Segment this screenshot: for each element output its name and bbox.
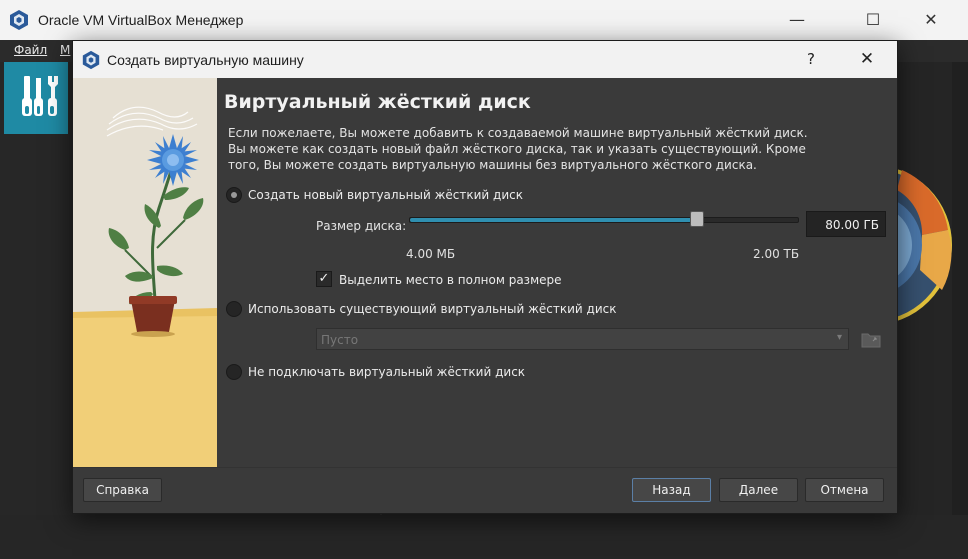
radio-use-existing-disk-label[interactable]: Использовать существующий виртуальный жё… bbox=[248, 302, 616, 316]
page-heading: Виртуальный жёсткий диск bbox=[224, 91, 531, 113]
maximize-button[interactable]: ☐ bbox=[850, 6, 896, 34]
disk-size-slider-fill bbox=[410, 218, 698, 222]
radio-no-disk-label[interactable]: Не подключать виртуальный жёсткий диск bbox=[248, 365, 525, 379]
menu-machine[interactable]: М bbox=[60, 43, 70, 57]
radio-use-existing-disk[interactable] bbox=[226, 301, 242, 317]
existing-disk-select-value: Пусто bbox=[321, 333, 359, 347]
radio-create-new-disk-label[interactable]: Создать новый виртуальный жёсткий диск bbox=[248, 188, 523, 202]
manager-scrollbar[interactable] bbox=[952, 62, 968, 559]
folder-browse-icon[interactable] bbox=[859, 327, 883, 351]
tools-icon bbox=[22, 76, 58, 116]
disk-size-slider[interactable] bbox=[409, 217, 799, 223]
preallocate-label[interactable]: Выделить место в полном размере bbox=[339, 273, 562, 287]
manager-titlebar: Oracle VM VirtualBox Менеджер — ☐ ✕ bbox=[0, 0, 968, 40]
tools-tile[interactable] bbox=[4, 62, 68, 134]
dialog-title: Создать виртуальную машину bbox=[107, 52, 304, 68]
manager-title: Oracle VM VirtualBox Менеджер bbox=[38, 12, 244, 28]
help-button[interactable]: Справка bbox=[83, 478, 162, 502]
next-button[interactable]: Далее bbox=[719, 478, 798, 502]
back-button[interactable]: Назад bbox=[632, 478, 711, 502]
virtualbox-logo-icon bbox=[82, 50, 100, 70]
footer-divider bbox=[73, 467, 897, 468]
close-dialog-button[interactable]: ✕ bbox=[853, 47, 881, 71]
virtualbox-logo-icon bbox=[10, 10, 28, 30]
radio-no-disk[interactable] bbox=[226, 364, 242, 380]
page-description: Если пожелаете, Вы можете добавить к соз… bbox=[228, 126, 808, 172]
disk-size-input[interactable]: 80.00 ГБ bbox=[806, 211, 886, 237]
menu-file[interactable]: Файл bbox=[14, 43, 47, 57]
radio-create-new-disk[interactable] bbox=[226, 187, 242, 203]
dialog-titlebar: Создать виртуальную машину ? ✕ bbox=[73, 41, 897, 78]
plant-illustration bbox=[73, 78, 217, 467]
close-window-button[interactable]: ✕ bbox=[908, 6, 954, 34]
disk-size-label: Размер диска: bbox=[316, 219, 407, 233]
disk-size-max-label: 2.00 ТБ bbox=[753, 247, 800, 261]
preallocate-checkbox[interactable]: ✓ bbox=[316, 271, 332, 287]
existing-disk-select[interactable]: Пусто ▾ bbox=[316, 328, 849, 350]
create-vm-dialog: Создать виртуальную машину ? ✕ Виртуальн… bbox=[72, 40, 898, 514]
minimize-button[interactable]: — bbox=[774, 6, 820, 34]
disk-size-slider-handle[interactable] bbox=[690, 211, 705, 227]
manager-bottom-area bbox=[0, 515, 968, 559]
help-icon[interactable]: ? bbox=[799, 47, 823, 71]
cancel-button[interactable]: Отмена bbox=[805, 478, 884, 502]
disk-size-min-label: 4.00 МБ bbox=[406, 247, 456, 261]
chevron-down-icon: ▾ bbox=[836, 332, 842, 343]
